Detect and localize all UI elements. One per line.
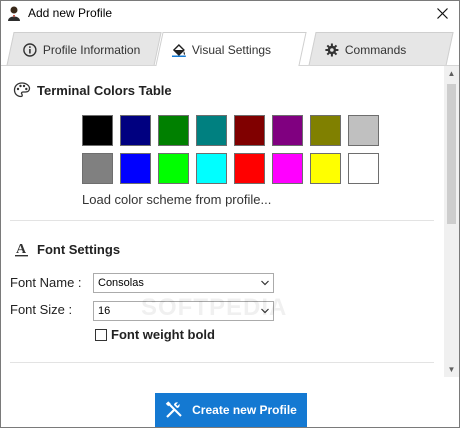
vertical-scrollbar[interactable]: ▲ ▼ <box>444 66 459 377</box>
terminal-colors-heading: Terminal Colors Table <box>13 81 172 99</box>
font-size-value: 16 <box>98 305 111 317</box>
color-swatch[interactable] <box>234 153 265 184</box>
scrollbar-thumb[interactable] <box>447 84 456 224</box>
color-swatch[interactable] <box>310 115 341 146</box>
info-icon <box>23 42 37 57</box>
color-swatch[interactable] <box>310 153 341 184</box>
color-swatch[interactable] <box>196 115 227 146</box>
tab-label: Commands <box>344 42 407 57</box>
tab-commands[interactable]: Commands <box>308 32 454 66</box>
paint-bucket-icon <box>171 43 186 57</box>
title-bar: Add new Profile <box>1 1 459 26</box>
color-swatch[interactable] <box>196 153 227 184</box>
tools-icon <box>165 401 182 418</box>
font-bold-label[interactable]: Font weight bold <box>111 327 215 342</box>
create-profile-label: Create new Profile <box>192 403 297 417</box>
scroll-up-arrow-icon[interactable]: ▲ <box>444 66 459 81</box>
load-color-scheme-link[interactable]: Load color scheme from profile... <box>82 192 271 207</box>
color-swatch[interactable] <box>348 153 379 184</box>
create-profile-button[interactable]: Create new Profile <box>155 393 307 427</box>
window-title: Add new Profile <box>28 6 113 20</box>
color-swatch[interactable] <box>348 115 379 146</box>
color-swatch[interactable] <box>272 115 303 146</box>
svg-text:A: A <box>16 242 27 257</box>
close-button[interactable] <box>425 1 459 26</box>
font-name-value: Consolas <box>98 277 144 289</box>
tab-strip: Profile Information Commands Visual Sett… <box>1 26 459 66</box>
tab-profile-information[interactable]: Profile Information <box>6 32 162 66</box>
tab-label: Profile Information <box>42 42 141 57</box>
font-settings-heading: A Font Settings <box>13 240 120 258</box>
close-icon <box>436 8 448 19</box>
section-divider <box>10 220 434 221</box>
font-name-label: Font Name : <box>10 275 82 290</box>
user-icon <box>8 6 20 21</box>
scroll-down-arrow-icon[interactable]: ▼ <box>444 362 459 377</box>
color-swatch[interactable] <box>272 153 303 184</box>
chevron-down-icon <box>261 280 269 286</box>
visual-settings-panel: Terminal Colors Table Load color scheme … <box>1 66 444 377</box>
tab-label: Visual Settings <box>191 42 272 57</box>
gear-icon <box>325 43 339 56</box>
section-title-text: Font Settings <box>37 241 121 257</box>
font-name-select[interactable]: Consolas <box>93 273 274 293</box>
font-size-label: Font Size : <box>10 302 73 317</box>
color-swatch[interactable] <box>82 115 113 146</box>
color-swatch[interactable] <box>120 115 151 146</box>
watermark: SOFTPEDIA <box>141 294 288 321</box>
color-swatch[interactable] <box>158 153 189 184</box>
color-swatch[interactable] <box>234 115 265 146</box>
section-divider <box>10 362 434 363</box>
color-swatch[interactable] <box>158 115 189 146</box>
font-icon: A <box>15 242 28 257</box>
color-swatch[interactable] <box>120 153 151 184</box>
color-swatch[interactable] <box>82 153 113 184</box>
add-profile-window: Add new Profile Profile Information Comm… <box>0 0 460 428</box>
palette-icon <box>13 82 31 98</box>
font-bold-checkbox[interactable] <box>95 329 107 341</box>
section-title-text: Terminal Colors Table <box>37 82 172 98</box>
tab-visual-settings[interactable]: Visual Settings <box>155 32 307 66</box>
footer: Create new Profile <box>1 377 459 427</box>
